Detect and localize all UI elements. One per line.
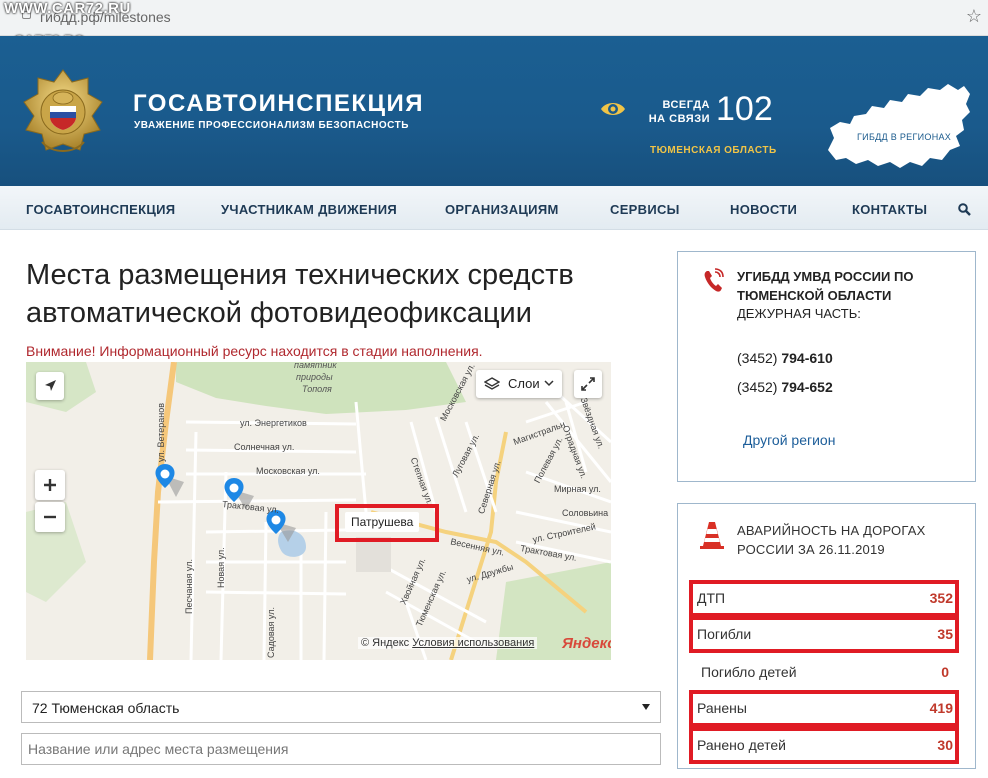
stat-row-children-killed: Погибло детей 0 [701,664,949,680]
contact-card: УГИБДД УМВД РОССИИ ПО ТЮМЕНСКОЙ ОБЛАСТИ … [677,251,976,482]
location-arrow-icon [45,380,56,391]
bookmark-star-icon[interactable]: ☆ [966,6,982,27]
region-select-value: 72 Тюменская область [32,700,180,716]
expand-icon [581,377,595,391]
fullscreen-button[interactable] [574,370,602,398]
street-label: ул. Энергетиков [240,418,307,428]
region-label[interactable]: ТЮМЕНСКАЯ ОБЛАСТЬ [650,145,777,156]
nav-item-news[interactable]: НОВОСТИ [730,202,797,217]
nav-item-organizations[interactable]: ОРГАНИЗАЦИЯМ [445,202,559,217]
nav-item-gosavtoinspekciya[interactable]: ГОСАВТОИНСПЕКЦИЯ [26,202,175,217]
terms-link[interactable]: Условия использования [412,637,534,649]
yandex-logo[interactable]: Яндекс [562,635,611,652]
street-label: Московская ул. [256,466,320,476]
duty-label: ДЕЖУРНАЯ ЧАСТЬ: [737,306,861,321]
org-name: УГИБДД УМВД РОССИИ ПО ТЮМЕНСКОЙ ОБЛАСТИ [737,269,914,303]
park-label: памятник [294,362,337,370]
page: гибдд.рф/milestones ☆ WWW.CAR72.RU CAR72… [0,0,988,778]
emblem-icon[interactable] [22,68,104,168]
street-label: Мирная ул. [554,484,601,494]
always-connected-label: ВСЕГДА НА СВЯЗИ [648,99,710,125]
dropdown-arrow-icon [642,704,650,710]
regions-map-label[interactable]: ГИБДД В РЕГИОНАХ [857,132,951,142]
street-label: Садовая ул. [266,607,276,658]
highlighted-callout[interactable]: Патрушева [335,504,439,542]
brand-title[interactable]: ГОСАВТОИНСПЕКЦИЯ [133,90,424,118]
callout-label: Патрушева [345,512,420,532]
plus-icon [44,479,56,491]
zoom-in-button[interactable] [35,470,65,500]
nav-item-contacts[interactable]: КОНТАКТЫ [852,202,927,217]
nav-item-participants[interactable]: УЧАСТНИКАМ ДВИЖЕНИЯ [221,202,397,217]
layers-button[interactable]: Слои [476,370,562,398]
chevron-down-icon [544,380,554,387]
layers-icon [484,377,500,390]
nav-item-services[interactable]: СЕРВИСЫ [610,202,680,217]
watermark-text: WWW.CAR72.RU [4,0,131,17]
location-search-input[interactable] [21,733,661,765]
eye-icon [601,103,625,115]
browser-url-bar[interactable]: гибдд.рф/milestones ☆ [0,0,988,36]
street-label: Новая ул. [216,547,226,588]
page-title: Места размещения технических средств авт… [26,259,574,329]
hotline-number[interactable]: 102 [716,90,773,129]
warning-message: Внимание! Информационный ресурс находитс… [26,343,483,359]
minus-icon [44,515,56,519]
map-copyright: © Яндекс Условия использования [358,637,538,649]
main-navigation: ГОСАВТОИНСПЕКЦИЯ УЧАСТНИКАМ ДВИЖЕНИЯ ОРГ… [0,186,988,230]
street-label: Солнечная ул. [234,442,295,452]
geolocation-button[interactable] [36,372,64,400]
other-region-link[interactable]: Другой регион [743,432,835,448]
traffic-cone-icon [700,522,724,549]
map-widget[interactable]: памятник природы Тополя ул. Энергетиков … [26,362,611,660]
stat-row-children-injured: Ранено детей 30 [689,727,959,764]
brand-subtitle: УВАЖЕНИЕ ПРОФЕССИОНАЛИЗМ БЕЗОПАСНОСТЬ [134,120,409,131]
street-label: Песчаная ул. [184,559,194,614]
search-icon[interactable] [958,203,971,216]
phone-number-2[interactable]: (3452) 794-652 [737,379,833,395]
region-select[interactable]: 72 Тюменская область [21,691,661,723]
stat-row-injured: Ранены 419 [689,690,959,727]
accident-stats-card: АВАРИЙНОСТЬ НА ДОРОГАХ РОССИИ ЗА 26.11.2… [677,503,976,769]
street-label: ул. Ветеранов [156,402,166,462]
building-block [356,537,391,572]
map-canvas [26,362,611,660]
stat-row-killed: Погибли 35 [689,616,959,653]
site-header: ГОСАВТОИНСПЕКЦИЯ УВАЖЕНИЕ ПРОФЕССИОНАЛИЗ… [0,36,988,186]
layers-label: Слои [508,376,540,391]
stat-row-dtp: ДТП 352 [689,580,959,617]
russia-map-icon[interactable] [824,80,974,172]
park-label: природы [296,372,333,382]
street-label: Соловьина [562,508,609,518]
park-label: Тополя [302,384,332,394]
stats-title: АВАРИЙНОСТЬ НА ДОРОГАХ РОССИИ ЗА 26.11.2… [737,523,926,557]
phone-icon [704,268,724,292]
phone-number-1[interactable]: (3452) 794-610 [737,350,833,366]
zoom-out-button[interactable] [35,502,65,532]
